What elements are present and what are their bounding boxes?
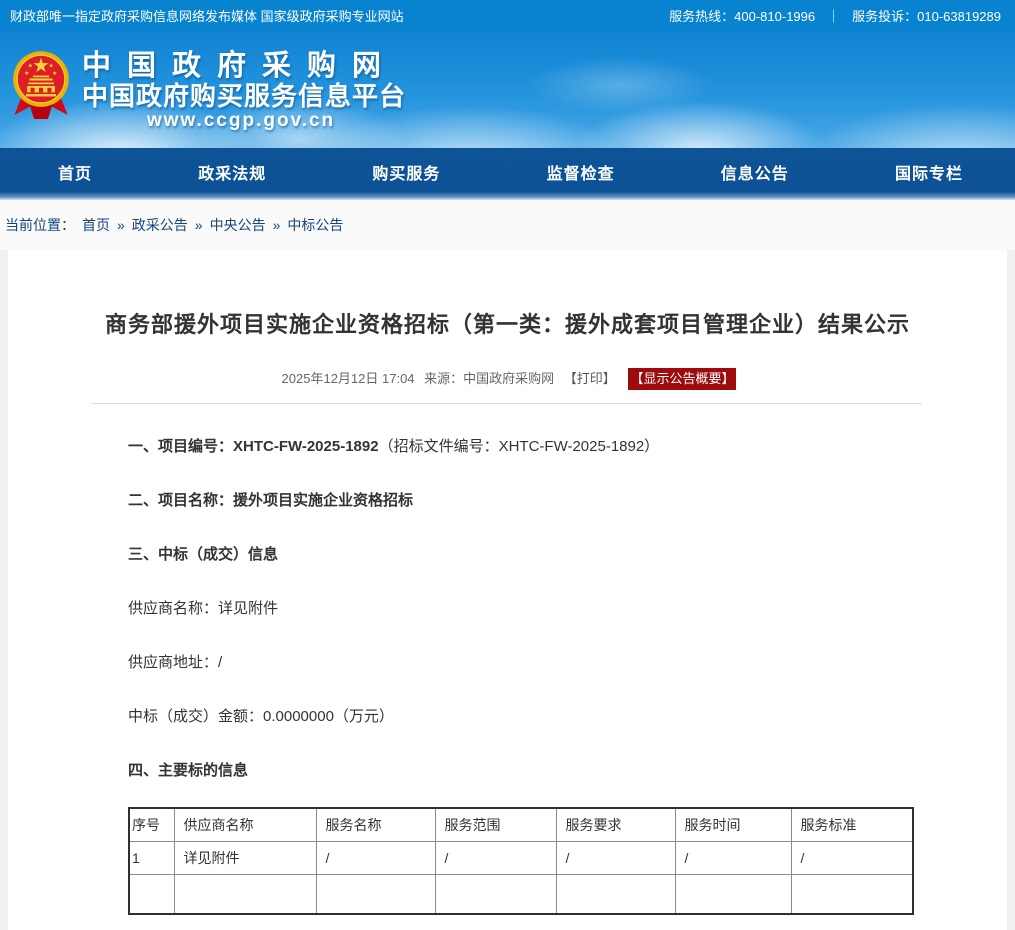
table-cell: [556, 874, 675, 914]
article-source: 来源：中国政府采购网: [424, 371, 554, 386]
site-logo[interactable]: ★ ★ ★ ★ 中国政府采购网 中国政府购买服务信息平台 www.ccgp.go…: [12, 50, 406, 131]
table-cell: 详见附件: [174, 841, 316, 874]
nav-item-announcements[interactable]: 信息公告: [721, 160, 789, 184]
main-nav: 首页 政采法规 购买服务 监督检查 信息公告 国际专栏: [0, 148, 1015, 200]
nav-item-international[interactable]: 国际专栏: [895, 160, 963, 184]
breadcrumb-separator: »: [273, 217, 281, 233]
table-cell: [174, 874, 316, 914]
paragraph-project-number: 一、项目编号：XHTC-FW-2025-1892（招标文件编号：XHTC-FW-…: [128, 437, 912, 457]
topbar-divider: ｜: [827, 6, 840, 25]
table-header-cell: 序号: [129, 808, 174, 841]
paragraph-award-info-heading: 三、中标（成交）信息: [128, 545, 912, 565]
table-header-row: 序号 供应商名称 服务名称 服务范围 服务要求 服务时间 服务标准: [129, 808, 913, 841]
nav-item-home[interactable]: 首页: [58, 160, 92, 184]
breadcrumb-link-home[interactable]: 首页: [82, 215, 110, 235]
table-cell: /: [791, 841, 913, 874]
show-summary-button[interactable]: 【显示公告概要】: [628, 368, 736, 390]
table-cell: [316, 874, 435, 914]
breadcrumb-separator: »: [195, 217, 203, 233]
table-header-cell: 服务时间: [675, 808, 791, 841]
table-cell: [791, 874, 913, 914]
site-name: 中国政府采购网: [82, 50, 406, 82]
table-cell: /: [675, 841, 791, 874]
table-cell: 1: [129, 841, 174, 874]
breadcrumb: 当前位置： 首页 » 政采公告 » 中央公告 » 中标公告: [0, 200, 1015, 250]
svg-text:★: ★: [28, 62, 33, 69]
paragraph-award-amount: 中标（成交）金额：0.0000000（万元）: [128, 707, 912, 727]
table-cell: /: [556, 841, 675, 874]
breadcrumb-prefix: 当前位置：: [5, 215, 75, 235]
page-title: 商务部援外项目实施企业资格招标（第一类：援外成套项目管理企业）结果公示: [8, 250, 1007, 339]
article-card: 商务部援外项目实施企业资格招标（第一类：援外成套项目管理企业）结果公示 2025…: [8, 250, 1007, 930]
breadcrumb-link-central-announcements[interactable]: 中央公告: [210, 215, 266, 235]
table-row: 1 详见附件 / / / / /: [129, 841, 913, 874]
paragraph-supplier-name: 供应商名称：详见附件: [128, 599, 912, 619]
service-hotline: 服务热线：400-810-1996: [669, 6, 815, 25]
nav-item-purchase-services[interactable]: 购买服务: [372, 160, 440, 184]
publish-datetime: 2025年12月12日 17:04: [282, 371, 415, 386]
breadcrumb-link-award-announcements[interactable]: 中标公告: [287, 215, 343, 235]
breadcrumb-link-procurement-announcements[interactable]: 政采公告: [132, 215, 188, 235]
table-cell: [129, 874, 174, 914]
table-cell: /: [316, 841, 435, 874]
svg-text:★: ★: [52, 70, 57, 77]
paragraph-supplier-address: 供应商地址：/: [128, 653, 912, 673]
table-header-cell: 服务要求: [556, 808, 675, 841]
table-header-cell: 服务范围: [435, 808, 556, 841]
site-tagline: 财政部唯一指定政府采购信息网络发布媒体 国家级政府采购专业网站: [10, 6, 404, 25]
paragraph-project-name: 二、项目名称：援外项目实施企业资格招标: [128, 491, 912, 511]
top-service-bar: 财政部唯一指定政府采购信息网络发布媒体 国家级政府采购专业网站 服务热线：400…: [0, 0, 1015, 30]
paragraph-main-subject-heading: 四、主要标的信息: [128, 761, 912, 781]
bid-subject-table: 序号 供应商名称 服务名称 服务范围 服务要求 服务时间 服务标准 1 详见附件…: [128, 807, 914, 915]
site-banner: ★ ★ ★ ★ 中国政府采购网 中国政府购买服务信息平台 www.ccgp.go…: [0, 30, 1015, 148]
meta-divider: [92, 403, 922, 404]
nav-item-regulations[interactable]: 政采法规: [198, 160, 266, 184]
svg-text:★: ★: [49, 62, 54, 69]
table-header-cell: 服务名称: [316, 808, 435, 841]
platform-name: 中国政府购买服务信息平台: [82, 82, 406, 111]
article-meta: 2025年12月12日 17:04 来源：中国政府采购网 【打印】 【显示公告概…: [8, 368, 1007, 390]
table-cell: /: [435, 841, 556, 874]
table-row: [129, 874, 913, 914]
breadcrumb-separator: »: [117, 217, 125, 233]
table-cell: [675, 874, 791, 914]
table-header-cell: 服务标准: [791, 808, 913, 841]
article-body: 一、项目编号：XHTC-FW-2025-1892（招标文件编号：XHTC-FW-…: [128, 437, 912, 915]
site-url: www.ccgp.gov.cn: [82, 111, 400, 131]
national-emblem-icon: ★ ★ ★ ★: [12, 50, 70, 131]
svg-text:★: ★: [24, 70, 29, 77]
print-button[interactable]: 【打印】: [564, 371, 616, 386]
table-header-cell: 供应商名称: [174, 808, 316, 841]
nav-item-supervision[interactable]: 监督检查: [547, 160, 615, 184]
service-complaint: 服务投诉：010-63819289: [852, 6, 1001, 25]
table-cell: [435, 874, 556, 914]
